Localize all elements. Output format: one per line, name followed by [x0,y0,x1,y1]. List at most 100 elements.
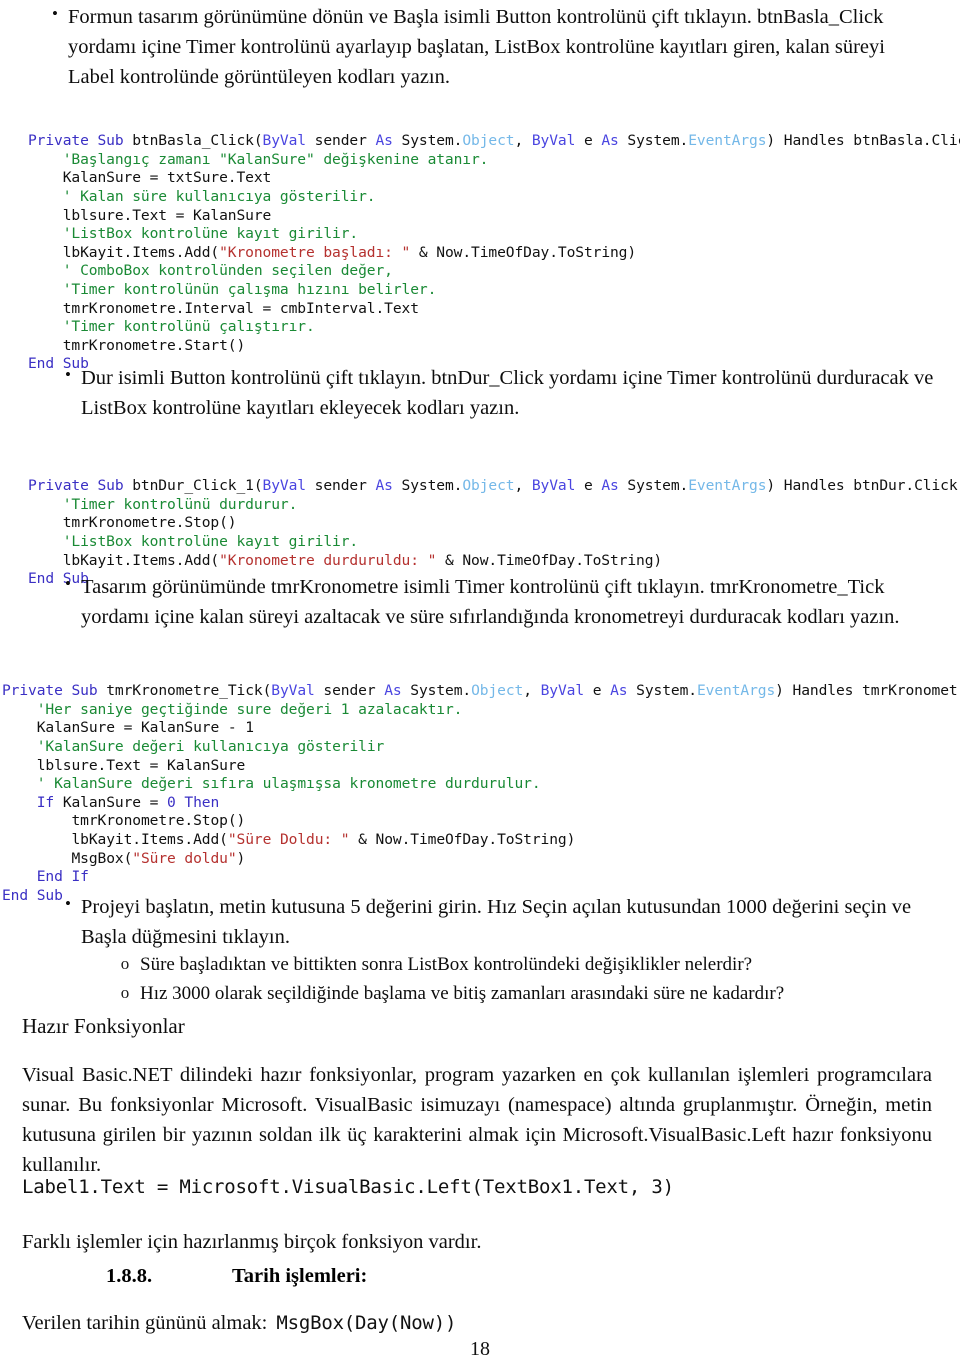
code-token: As [375,477,402,495]
code-token: ByVal [262,132,315,150]
section-paragraph-1: Visual Basic.NET dilindeki hazır fonksiy… [22,1064,932,1177]
last-line-label: Verilen tarihin gününü almak: [22,1312,268,1334]
code-token: lblsure.Text = KalanSure [2,756,246,774]
sub-bullet-item-2-text: Hız 3000 olarak seçildiğinde başlama ve … [140,983,785,1004]
bullet-marker-icon: • [65,894,71,913]
code-token: sender [314,132,376,150]
code-token: , [514,132,532,150]
code-token: ) Handles btnDur.Click [766,477,958,495]
code-token: & Now.TimeOfDay.ToString) [436,551,663,569]
sub-bullet-item-1-text: Süre başladıktan ve bittikten sonra List… [140,954,753,975]
code-line: Private Sub btnDur_Click_1(ByVal sender … [28,477,958,496]
code-token: MsgBox( [2,849,133,867]
code-token: tmrKronometre_Tick( [106,682,272,700]
sub-bullet-item-2: o Hız 3000 olarak seçildiğinde başlama v… [110,980,930,1008]
code-token: "Süre Doldu: " [227,830,350,848]
code-line: If KalanSure = 0 Then [2,794,957,813]
code-token: Object [471,682,524,700]
code-token: Then [175,793,220,811]
code-example-left-function: Label1.Text = Microsoft.VisualBasic.Left… [22,1176,674,1198]
code-token: btnDur_Click_1( [132,477,263,495]
bullet-item-4: • Projeyi başlatın, metin kutusuna 5 değ… [55,892,935,952]
numbered-heading-number: 1.8.8. [106,1265,153,1287]
bullet-item-1-text: Formun tasarım görünümüne dönün ve Başla… [68,6,885,89]
bullet-item-2: • Dur isimli Button kontrolünü çift tıkl… [55,363,935,423]
code-line: lbKayit.Items.Add("Süre Doldu: " & Now.T… [2,831,957,850]
code-token: End If [2,868,89,886]
code-lines-btnbasla: Private Sub btnBasla_Click(ByVal sender … [28,132,960,374]
code-line: lblsure.Text = KalanSure [2,757,957,776]
code-line: 'Her saniye geçtiğinde sure değeri 1 aza… [2,701,957,720]
document-page: • Formun tasarım görünümüne dönün ve Baş… [0,0,960,1369]
code-line: ' KalanSure değeri sıfıra ulaşmışsa kron… [2,775,957,794]
code-token: ' Kalan süre kullanıcıya gösterilir. [28,187,376,205]
code-token: 'Başlangıç zamanı "KalanSure" değişkenin… [28,150,489,168]
code-token: lbKayit.Items.Add( [28,243,220,261]
code-line: 'Timer kontrolünü durdurur. [28,496,948,515]
bullet-item-4-text: Projeyi başlatın, metin kutusuna 5 değer… [81,896,912,949]
code-token: Private Sub [28,132,133,150]
code-token: 0 [167,793,176,811]
code-token: , [523,682,541,700]
code-token: sender [314,477,376,495]
code-token: e [583,132,602,150]
code-line: KalanSure = KalanSure - 1 [2,719,957,738]
code-line: tmrKronometre.Stop() [2,812,957,831]
code-token: If [2,793,63,811]
code-token: ByVal [531,477,584,495]
code-token: EventArgs [696,682,776,700]
code-token: & Now.TimeOfDay.ToString) [410,243,637,261]
code-token: KalanSure = KalanSure - 1 [2,719,254,737]
code-token: 'Timer kontrolünü çalıştırır. [28,318,315,336]
code-token: ByVal [531,132,584,150]
code-token: System. [401,132,463,150]
code-line: MsgBox("Süre doldu") [2,850,957,869]
bullet-item-1: • Formun tasarım görünümüne dönün ve Baş… [42,2,932,92]
code-line: 'KalanSure değeri kullanıcıya gösterilir [2,738,957,757]
code-token: "Süre doldu" [132,849,237,867]
code-token: Private Sub [28,477,133,495]
code-token: 'Her saniye geçtiğinde sure değeri 1 aza… [2,700,463,718]
code-line: lbKayit.Items.Add("Kronometre başladı: "… [28,244,948,263]
code-token: 'Timer kontrolünü durdurur. [28,495,298,513]
code-token: System. [627,132,689,150]
code-line: 'Timer kontrolünü çalıştırır. [28,318,948,337]
code-line: Private Sub tmrKronometre_Tick(ByVal sen… [2,682,960,701]
code-line: ' ComboBox kontrolünden seçilen değer, [28,262,948,281]
code-token: ) [236,849,246,867]
code-line: tmrKronometre.Stop() [28,514,948,533]
code-token: "Kronometre durduruldu: " [219,551,437,569]
code-token: ByVal [262,477,315,495]
code-token: As [601,477,628,495]
code-token: tmrKronometre.Start() [28,336,246,354]
code-line: lbKayit.Items.Add("Kronometre durduruldu… [28,552,948,571]
code-token: "Kronometre başladı: " [219,243,411,261]
code-token: ' ComboBox kontrolünden seçilen değer, [28,262,393,280]
code-token: EventArgs [688,132,767,150]
code-token: lbKayit.Items.Add( [28,551,220,569]
code-line: End If [2,868,957,887]
code-token: As [375,132,402,150]
code-token: ByVal [271,682,324,700]
code-token: System. [410,682,472,700]
code-token: tmrKronometre.Stop() [2,812,246,830]
code-token: Object [462,132,515,150]
code-token: Private Sub [2,682,107,700]
code-token: 'KalanSure değeri kullanıcıya gösterilir [2,737,385,755]
bullet-item-3: • Tasarım görünümünde tmrKronometre isim… [55,572,935,632]
code-token: btnBasla_Click( [132,132,263,150]
code-line: 'ListBox kontrolüne kayıt girilir. [28,533,948,552]
page-number: 18 [470,1338,490,1360]
bullet-marker-icon: • [65,574,71,593]
code-token: tmrKronometre.Stop() [28,514,237,532]
code-token: Object [462,477,515,495]
code-token: tmrKronometre.Interval = cmbInterval.Tex… [28,299,419,317]
code-token: 'ListBox kontrolüne kayıt girilir. [28,225,359,243]
sub-bullet-item-1: o Süre başladıktan ve bittikten sonra Li… [110,951,930,979]
code-token: e [583,477,602,495]
code-token: End Sub [2,886,63,904]
code-token: 'ListBox kontrolüne kayıt girilir. [28,532,359,550]
code-token: System. [401,477,463,495]
code-line: 'Timer kontrolünün çalışma hızını belirl… [28,281,948,300]
code-token: , [514,477,532,495]
